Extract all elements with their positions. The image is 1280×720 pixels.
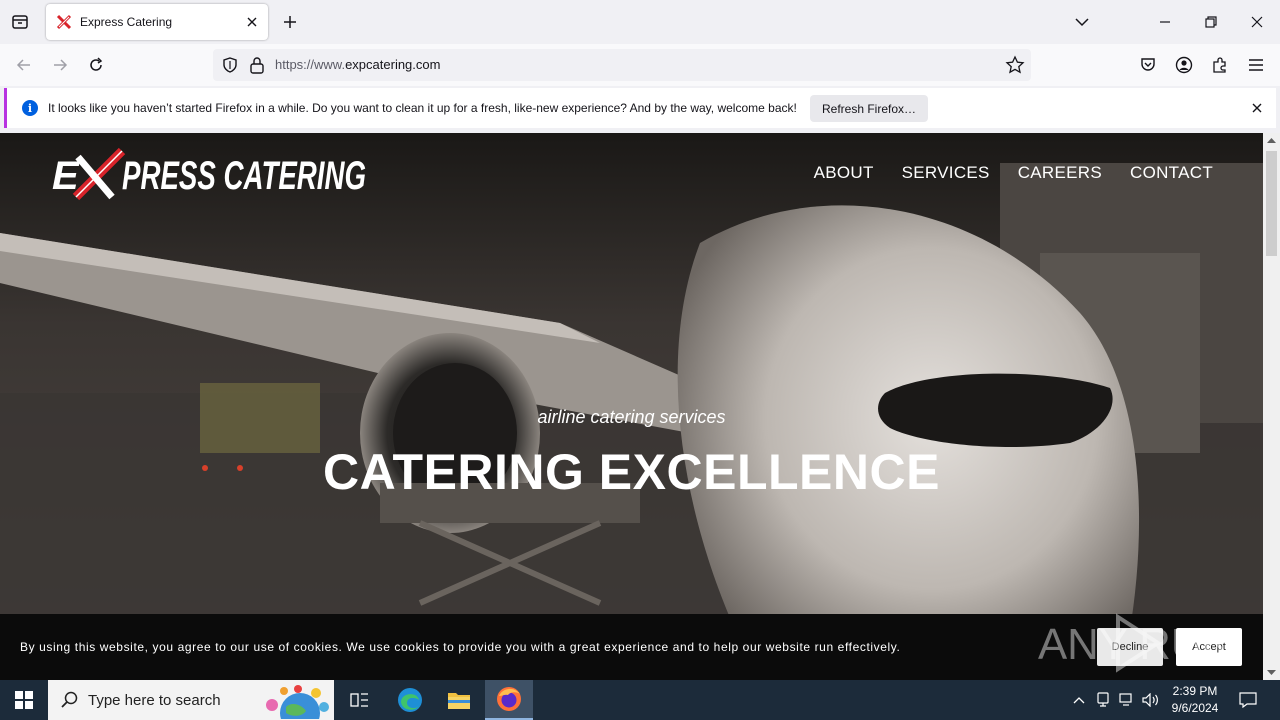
tray-device-icon[interactable]	[1093, 680, 1113, 720]
network-icon[interactable]	[1116, 680, 1138, 720]
system-clock[interactable]: 2:39 PM 9/6/2024	[1164, 683, 1226, 717]
url-prefix: https://www.	[275, 57, 346, 72]
restore-icon	[1205, 16, 1217, 28]
reload-icon	[90, 57, 103, 71]
browser-tab[interactable]: Express Catering	[46, 4, 268, 40]
forward-button[interactable]	[45, 50, 75, 80]
task-view-icon	[350, 693, 368, 707]
app-menu-button[interactable]	[1241, 50, 1271, 80]
tab-strip: Express Catering	[0, 0, 1280, 44]
taskbar-search-box[interactable]: Type here to search	[48, 680, 334, 720]
action-center-button[interactable]	[1232, 680, 1264, 720]
start-button[interactable]	[0, 680, 48, 720]
show-hidden-icons-button[interactable]	[1068, 680, 1090, 720]
firefox-view-button[interactable]	[6, 8, 34, 36]
tracking-protection-shield-icon[interactable]	[221, 56, 239, 79]
notification-message: It looks like you haven’t started Firefo…	[48, 101, 797, 115]
edge-taskbar-button[interactable]	[386, 680, 434, 720]
lock-icon[interactable]	[249, 56, 265, 79]
task-view-button[interactable]	[336, 680, 384, 720]
account-button[interactable]	[1169, 50, 1199, 80]
volume-icon[interactable]	[1140, 680, 1162, 720]
hero-headline: CATERING EXCELLENCE	[323, 444, 940, 500]
account-icon	[1175, 56, 1193, 74]
new-tab-button[interactable]	[278, 10, 302, 34]
chevron-down-icon	[1075, 18, 1089, 27]
nav-contact-link[interactable]: CONTACT	[1130, 163, 1213, 183]
file-explorer-taskbar-button[interactable]	[435, 680, 483, 720]
express-catering-logo[interactable]: E PRESS CATERING	[32, 147, 372, 203]
edge-icon	[398, 688, 422, 712]
web-page: E PRESS CATERING ABOUT SERVICES CAREERS …	[0, 133, 1263, 680]
url-domain: expcatering.com	[345, 57, 441, 72]
windows-logo-icon	[15, 691, 33, 709]
tab-close-icon[interactable]	[240, 10, 264, 34]
folder-icon	[448, 693, 470, 709]
svg-text:PRESS CATERING: PRESS CATERING	[122, 154, 366, 198]
express-catering-favicon-icon	[56, 14, 72, 30]
tab-title: Express Catering	[80, 15, 173, 29]
url-bar[interactable]: https://www.expcatering.com	[213, 49, 1031, 81]
list-all-tabs-button[interactable]	[1066, 6, 1098, 38]
bookmark-star-icon[interactable]	[1005, 55, 1025, 80]
anyrun-watermark: ANY RUN	[1038, 613, 1234, 673]
scroll-up-icon[interactable]	[1266, 136, 1277, 146]
chevron-up-icon	[1073, 697, 1085, 704]
info-icon: i	[22, 100, 38, 116]
arrow-right-icon	[54, 59, 68, 71]
navigation-toolbar: https://www.expcatering.com	[0, 44, 1280, 86]
notification-close-icon[interactable]	[1248, 99, 1266, 117]
back-button[interactable]	[9, 50, 39, 80]
reload-button[interactable]	[81, 50, 111, 80]
windows-taskbar: Type here to search 2:39 PM 9/6/2024	[0, 680, 1280, 720]
pocket-button[interactable]	[1133, 50, 1163, 80]
minimize-button[interactable]	[1149, 6, 1181, 38]
pocket-icon	[1141, 58, 1155, 71]
plus-icon	[284, 16, 296, 28]
firefox-icon	[497, 687, 521, 711]
nav-careers-link[interactable]: CAREERS	[1018, 163, 1102, 183]
clock-date: 9/6/2024	[1171, 701, 1219, 715]
hero-tagline: airline catering services	[537, 407, 726, 427]
scrollbar-thumb[interactable]	[1266, 151, 1277, 256]
firefox-taskbar-button[interactable]	[485, 680, 533, 720]
url-text[interactable]: https://www.expcatering.com	[275, 57, 440, 72]
notification-icon	[1239, 692, 1257, 708]
nav-services-link[interactable]: SERVICES	[902, 163, 990, 183]
minimize-icon	[1160, 21, 1170, 23]
extensions-button[interactable]	[1205, 50, 1235, 80]
nav-about-link[interactable]: ABOUT	[814, 163, 874, 183]
refresh-firefox-button[interactable]: Refresh Firefox…	[810, 95, 929, 122]
page-scrollbar[interactable]	[1263, 133, 1280, 680]
close-window-button[interactable]	[1241, 6, 1273, 38]
search-placeholder: Type here to search	[88, 692, 221, 709]
puzzle-piece-icon	[1213, 57, 1226, 73]
hamburger-menu-icon	[1249, 59, 1263, 71]
clock-time: 2:39 PM	[1172, 684, 1218, 698]
restore-button[interactable]	[1195, 6, 1227, 38]
cookie-text: By using this website, you agree to our …	[20, 640, 901, 654]
search-icon	[61, 691, 78, 708]
close-icon	[1251, 16, 1263, 28]
search-highlight-globe-icon	[266, 685, 329, 719]
scroll-down-icon[interactable]	[1266, 667, 1277, 677]
site-navigation: ABOUT SERVICES CAREERS CONTACT	[786, 163, 1213, 183]
arrow-left-icon	[16, 59, 30, 71]
firefox-view-icon	[12, 15, 28, 29]
refresh-firefox-notification: i It looks like you haven’t started Fire…	[4, 88, 1276, 128]
